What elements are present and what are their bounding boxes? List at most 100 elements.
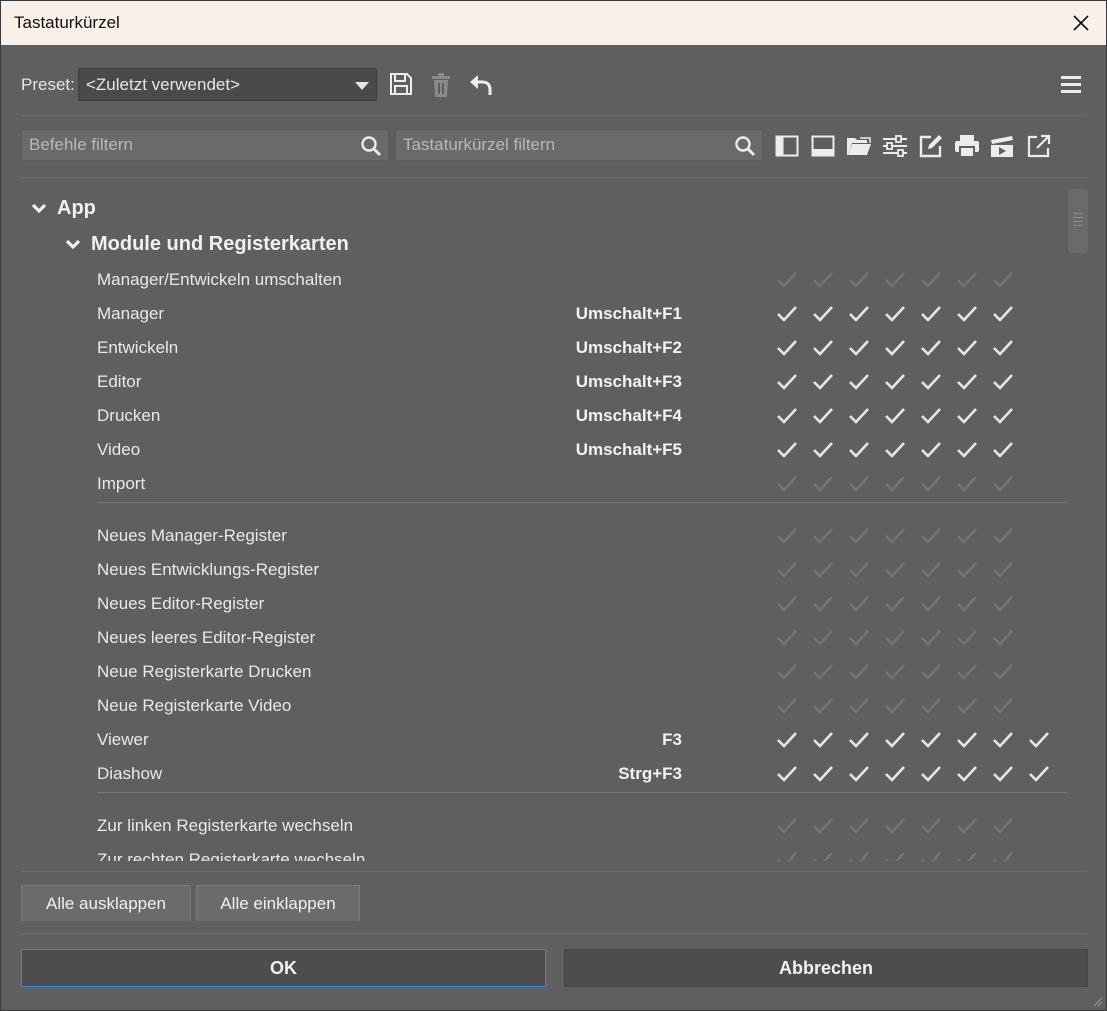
check-icon[interactable]: [920, 372, 956, 392]
check-icon[interactable]: [992, 662, 1028, 682]
check-icon[interactable]: [992, 696, 1028, 716]
module-filter-editor[interactable]: [918, 133, 944, 159]
module-filter-video[interactable]: [990, 133, 1016, 159]
scrollbar-thumb[interactable]: [1068, 189, 1088, 253]
check-icon[interactable]: [920, 526, 956, 546]
check-icon[interactable]: [848, 730, 884, 750]
check-icon[interactable]: [956, 628, 992, 648]
check-icon[interactable]: [992, 440, 1028, 460]
check-icon[interactable]: [776, 628, 812, 648]
module-filter-adjust[interactable]: [882, 133, 908, 159]
shortcut-row[interactable]: Entwickeln Umschalt+F2: [97, 331, 1067, 365]
check-icon[interactable]: [776, 526, 812, 546]
check-icon[interactable]: [992, 850, 1028, 861]
check-icon[interactable]: [956, 850, 992, 861]
check-icon[interactable]: [884, 406, 920, 426]
cancel-button[interactable]: Abbrechen: [564, 949, 1088, 987]
check-icon[interactable]: [992, 270, 1028, 290]
shortcut-row[interactable]: Manager/Entwickeln umschalten: [97, 263, 1067, 297]
check-icon[interactable]: [812, 474, 848, 494]
check-icon[interactable]: [848, 628, 884, 648]
check-icon[interactable]: [812, 816, 848, 836]
check-icon[interactable]: [776, 816, 812, 836]
check-icon[interactable]: [956, 560, 992, 580]
shortcut-row[interactable]: Import: [97, 467, 1067, 501]
check-icon[interactable]: [848, 816, 884, 836]
group-app[interactable]: App: [31, 197, 96, 220]
check-icon[interactable]: [848, 338, 884, 358]
check-icon[interactable]: [920, 406, 956, 426]
check-icon[interactable]: [848, 270, 884, 290]
menu-button[interactable]: [1061, 76, 1081, 97]
check-icon[interactable]: [776, 304, 812, 324]
check-icon[interactable]: [848, 440, 884, 460]
check-icon[interactable]: [956, 440, 992, 460]
check-icon[interactable]: [884, 816, 920, 836]
check-icon[interactable]: [956, 406, 992, 426]
check-icon[interactable]: [920, 474, 956, 494]
module-filter-monitor[interactable]: [810, 133, 836, 159]
module-filter-folder[interactable]: [846, 133, 872, 159]
check-icon[interactable]: [920, 816, 956, 836]
check-icon[interactable]: [812, 594, 848, 614]
check-icon[interactable]: [920, 696, 956, 716]
check-icon[interactable]: [884, 730, 920, 750]
check-icon[interactable]: [812, 406, 848, 426]
module-filter-print[interactable]: [954, 133, 980, 159]
shortcut-key[interactable]: Strg+F3: [618, 764, 682, 784]
check-icon[interactable]: [776, 764, 812, 784]
check-icon[interactable]: [920, 338, 956, 358]
check-icon[interactable]: [992, 560, 1028, 580]
shortcut-row[interactable]: Video Umschalt+F5: [97, 433, 1067, 467]
check-icon[interactable]: [884, 696, 920, 716]
module-filter-export[interactable]: [1026, 133, 1052, 159]
check-icon[interactable]: [776, 696, 812, 716]
expand-all-button[interactable]: Alle ausklappen: [21, 885, 191, 921]
check-icon[interactable]: [884, 662, 920, 682]
check-icon[interactable]: [884, 440, 920, 460]
check-icon[interactable]: [776, 662, 812, 682]
collapse-all-button[interactable]: Alle einklappen: [196, 885, 360, 921]
check-icon[interactable]: [956, 304, 992, 324]
check-icon[interactable]: [956, 816, 992, 836]
check-icon[interactable]: [812, 764, 848, 784]
check-icon[interactable]: [920, 850, 956, 861]
check-icon[interactable]: [956, 526, 992, 546]
check-icon[interactable]: [776, 560, 812, 580]
shortcut-row[interactable]: Neue Registerkarte Video: [97, 689, 1067, 723]
check-icon[interactable]: [812, 730, 848, 750]
commands-filter-input[interactable]: [22, 135, 388, 155]
check-icon[interactable]: [956, 338, 992, 358]
check-icon[interactable]: [884, 474, 920, 494]
check-icon[interactable]: [884, 764, 920, 784]
shortcut-row[interactable]: Diashow Strg+F3: [97, 757, 1067, 791]
check-icon[interactable]: [992, 730, 1028, 750]
check-icon[interactable]: [884, 560, 920, 580]
check-icon[interactable]: [992, 526, 1028, 546]
check-icon[interactable]: [776, 406, 812, 426]
check-icon[interactable]: [812, 662, 848, 682]
check-icon[interactable]: [776, 338, 812, 358]
check-icon[interactable]: [992, 372, 1028, 392]
shortcut-key[interactable]: Umschalt+F4: [576, 406, 682, 426]
check-icon[interactable]: [992, 474, 1028, 494]
shortcut-row[interactable]: Neues Editor-Register: [97, 587, 1067, 621]
check-icon[interactable]: [920, 730, 956, 750]
check-icon[interactable]: [992, 304, 1028, 324]
check-icon[interactable]: [848, 594, 884, 614]
check-icon[interactable]: [812, 270, 848, 290]
shortcut-key[interactable]: Umschalt+F1: [576, 304, 682, 324]
check-icon[interactable]: [956, 764, 992, 784]
check-icon[interactable]: [848, 372, 884, 392]
check-icon[interactable]: [812, 526, 848, 546]
shortcuts-filter-input[interactable]: [396, 135, 762, 155]
shortcut-row[interactable]: Zur linken Registerkarte wechseln: [97, 809, 1067, 843]
close-button[interactable]: [1056, 1, 1106, 45]
ok-button[interactable]: OK: [21, 949, 546, 987]
shortcut-row[interactable]: Neue Registerkarte Drucken: [97, 655, 1067, 689]
check-icon[interactable]: [992, 628, 1028, 648]
check-icon[interactable]: [956, 474, 992, 494]
check-icon[interactable]: [776, 440, 812, 460]
resize-grip-icon[interactable]: [1091, 995, 1103, 1007]
check-icon[interactable]: [812, 440, 848, 460]
